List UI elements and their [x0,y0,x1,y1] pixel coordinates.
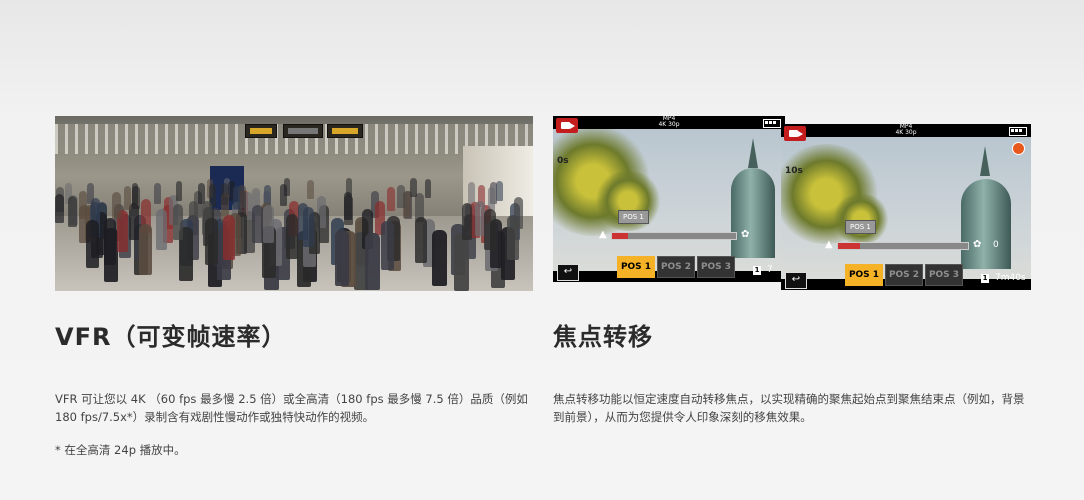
crowd-person [205,217,218,265]
crowd-person [414,216,428,263]
remaining-time: 7m40s [995,273,1026,283]
crowd-person [153,182,161,205]
vfr-title: VFR（可变帧速率） [55,323,287,351]
crowd-person [307,179,314,199]
crowd-person [285,214,298,259]
focus-track[interactable] [837,242,969,250]
crowd-person [297,203,308,240]
focus-track[interactable] [611,232,737,240]
vfr-note: * 在全高清 24p 播放中。 [55,443,186,457]
crowd-person [506,214,519,260]
departure-board [327,124,363,138]
pos1-button[interactable]: POS 1 [617,256,655,278]
pos3-button[interactable]: POS 3 [925,264,963,286]
elapsed-time: 0s [557,156,569,166]
tower-spire [748,138,758,168]
battery-icon [1009,127,1027,136]
crowd-person [124,185,132,210]
departure-board [283,124,323,138]
pos-button-row: POS 1 POS 2 POS 3 [617,256,735,278]
crowd-person [232,185,240,210]
back-button[interactable]: ↩ [557,264,579,281]
mountain-icon: ▲ [825,239,833,250]
crowd-person [175,181,183,202]
quality-label: 4K 30p [658,121,680,128]
focus-transition-title: 焦点转移 [553,323,653,351]
crowd-person [220,182,228,205]
crowd-person [432,230,447,286]
camera-screen-back: MP4 4K 30p 0s POS 1 ▲ ✿ ↩ POS 1 POS 2 PO… [553,116,785,282]
pos2-button[interactable]: POS 2 [657,256,695,278]
crowd-person [424,178,431,198]
focus-transition-section: MP4 4K 30p 0s POS 1 ▲ ✿ ↩ POS 1 POS 2 PO… [553,116,1031,426]
crowd-person [487,186,495,212]
crowd-person [468,182,475,204]
movie-mode-icon [784,126,806,141]
battery-icon [763,119,781,128]
crowd-person [263,205,274,244]
mountain-icon: ▲ [599,229,607,240]
pos2-button[interactable]: POS 2 [885,264,923,286]
flower-icon: ✿ [741,229,750,240]
crowd-person [283,178,290,197]
crowd-person [387,186,395,211]
crowd-person [334,230,350,287]
crowd-person [380,220,394,271]
crowd-person [138,223,153,275]
crowd-person [461,203,473,240]
focus-transition-screens: MP4 4K 30p 0s POS 1 ▲ ✿ ↩ POS 1 POS 2 PO… [553,116,1031,291]
pos-button-row: POS 1 POS 2 POS 3 [845,264,963,286]
vfr-section: VFR（可变帧速率） VFR 可让您以 4K （60 fps 最多慢 2.5 倍… [55,116,533,458]
card-slot-icon: 1 [981,274,989,283]
pos1-marker-label: POS 1 [845,220,876,234]
tower [961,179,1011,269]
crowd-person [112,191,121,220]
quality-label: 4K 30p [895,129,917,136]
pos1-button[interactable]: POS 1 [845,264,883,286]
record-indicator-icon [1012,142,1025,155]
card-slot-icon: 1 [753,266,761,275]
status-bar: MP4 4K 30p [553,116,785,129]
movie-mode-icon [556,118,578,133]
crowd-person [252,205,263,244]
crowd-person [453,232,469,291]
focus-transition-description: 焦点转移功能以恒定速度自动转移焦点，以实现精确的聚焦起始点到聚焦结束点（例如，背… [553,392,1025,424]
vfr-description: VFR 可让您以 4K （60 fps 最多慢 2.5 倍）或全高清（180 f… [55,392,528,424]
status-bar: MP4 4K 30p [781,124,1031,137]
crowd-person [78,191,88,220]
tree-foliage [831,194,891,244]
departure-board [245,124,277,138]
crowd-person [103,218,117,266]
crowd-person [364,232,380,291]
tower-spire [980,146,990,176]
crowd-person [156,209,168,251]
crowd-person [86,219,100,268]
crowd-person [410,178,417,197]
crowd-person [222,214,235,260]
crowd-person [87,182,94,204]
crowd-person [55,193,64,223]
crowd-station-photo [55,116,533,291]
camera-screen-front: MP4 4K 30p 10s POS 1 ▲ ✿ 0 ↩ POS 1 POS 2… [781,124,1031,290]
crowd-person [131,182,139,205]
remaining-count: 7 [767,265,773,275]
crowd-person [344,192,353,221]
crowd-person [496,180,503,201]
pos1-marker-label: POS 1 [618,210,649,224]
pos3-button[interactable]: POS 3 [697,256,735,278]
elapsed-time: 10s [785,166,803,176]
crowd-person [484,209,496,251]
crowd-person [67,196,77,228]
tower [731,168,775,258]
crowd-person [397,185,405,209]
back-button[interactable]: ↩ [785,272,807,289]
crowd-person [173,203,184,241]
focus-position-value: 0 [993,240,999,250]
flower-icon: ✿ [973,239,982,250]
